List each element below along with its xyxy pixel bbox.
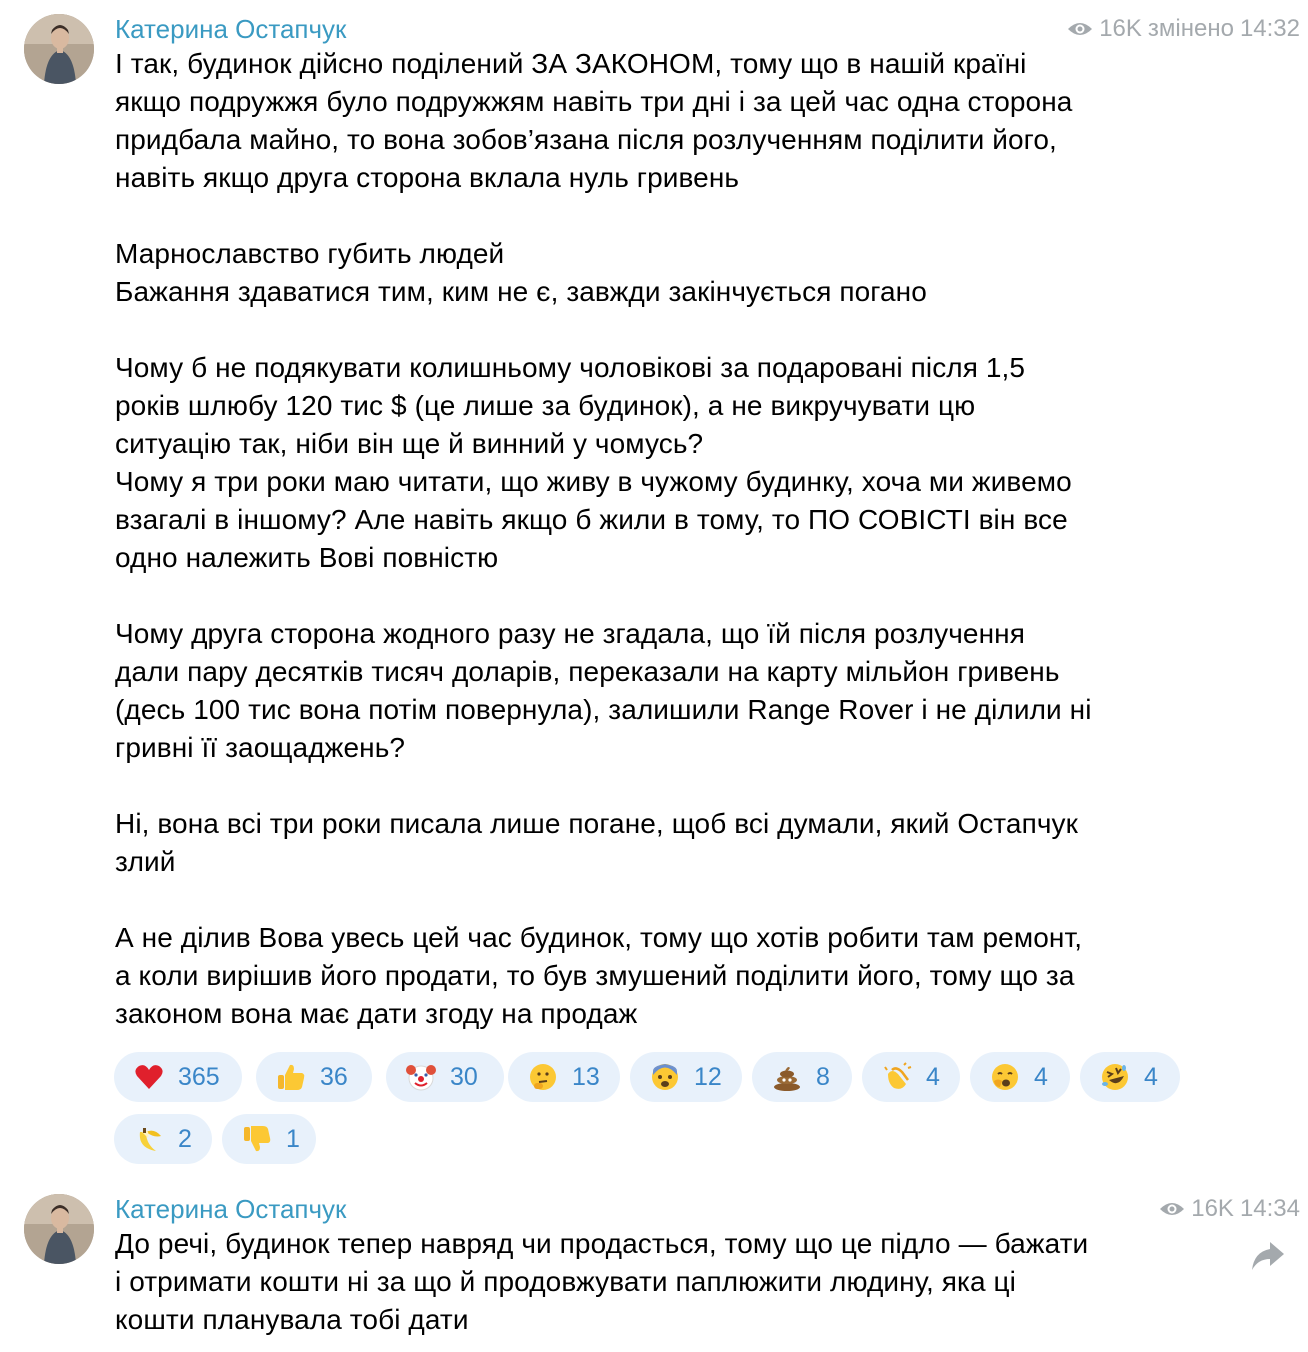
views-eye-icon <box>1067 20 1093 38</box>
message-time: 14:34 <box>1239 1195 1300 1222</box>
reaction-count: 36 <box>320 1062 348 1091</box>
reaction-count: 4 <box>926 1062 940 1091</box>
banana-icon <box>134 1124 164 1154</box>
heart-icon <box>134 1062 164 1092</box>
reaction-count: 13 <box>572 1062 600 1091</box>
reaction-clap[interactable]: 4 <box>862 1052 960 1102</box>
reaction-count: 8 <box>816 1062 830 1091</box>
yawning-face-icon <box>990 1062 1020 1092</box>
reaction-count: 12 <box>694 1062 722 1091</box>
poop-icon <box>772 1062 802 1092</box>
avatar[interactable] <box>24 14 94 84</box>
reaction-banana[interactable]: 2 <box>114 1114 212 1164</box>
reaction-heart[interactable]: 365 <box>114 1052 242 1102</box>
share-forward-icon[interactable] <box>1250 1240 1286 1272</box>
author-name[interactable]: Катерина Остапчук <box>115 14 346 44</box>
clown-icon <box>406 1062 436 1092</box>
reaction-poop[interactable]: 8 <box>752 1052 852 1102</box>
reaction-count: 1 <box>286 1124 300 1153</box>
reaction-count: 2 <box>178 1124 192 1153</box>
message-time: 14:32 <box>1239 15 1300 42</box>
reaction-thumbs-up[interactable]: 36 <box>256 1052 372 1102</box>
message-text: І так, будинок дійсно поділений ЗА ЗАКОН… <box>115 48 1092 1029</box>
fearful-face-icon <box>650 1062 680 1092</box>
message-meta: 16K змінено 14:32 <box>1067 15 1300 43</box>
thumbs-down-icon <box>242 1124 272 1154</box>
reaction-yawn[interactable]: 4 <box>970 1052 1070 1102</box>
reaction-thumbs-down[interactable]: 1 <box>222 1114 316 1164</box>
message-meta: 16K 14:34 <box>1159 1195 1300 1223</box>
reaction-clown[interactable]: 30 <box>386 1052 504 1102</box>
views-count: 16K <box>1191 1195 1234 1222</box>
thumbs-up-icon <box>276 1062 306 1092</box>
reaction-rofl[interactable]: 4 <box>1080 1052 1180 1102</box>
author-name[interactable]: Катерина Остапчук <box>115 1194 346 1224</box>
edited-label: змінено <box>1147 15 1234 42</box>
clapping-hands-icon <box>882 1062 912 1092</box>
reaction-count: 4 <box>1034 1062 1048 1091</box>
reaction-count: 4 <box>1144 1062 1158 1091</box>
reaction-thinking[interactable]: 13 <box>508 1052 620 1102</box>
thinking-face-icon <box>528 1062 558 1092</box>
message-text: До речі, будинок тепер навряд чи продаст… <box>115 1228 1089 1335</box>
rofl-face-icon <box>1100 1062 1130 1092</box>
reaction-count: 30 <box>450 1062 478 1091</box>
views-count: 16K <box>1099 15 1142 42</box>
reaction-count: 365 <box>178 1062 220 1091</box>
avatar[interactable] <box>24 1194 94 1264</box>
reaction-fearful[interactable]: 12 <box>630 1052 742 1102</box>
views-eye-icon <box>1159 1200 1185 1218</box>
